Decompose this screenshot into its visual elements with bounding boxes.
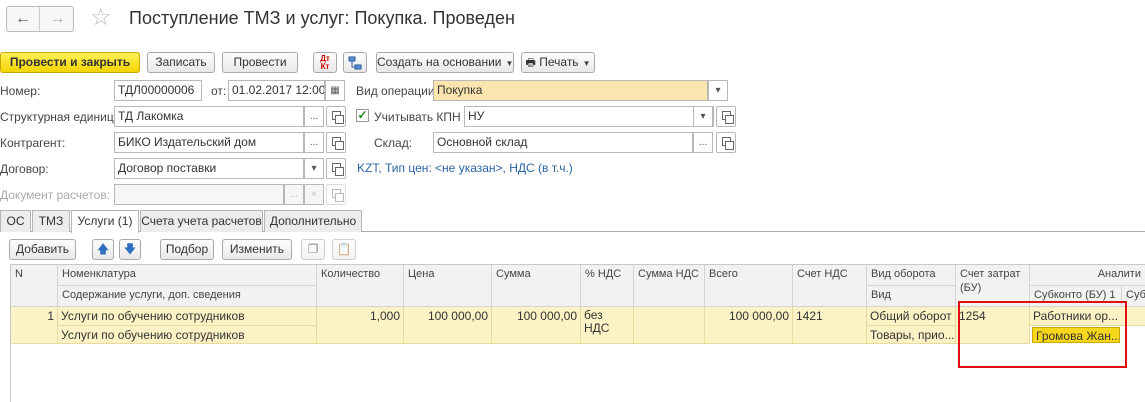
warehouse-label: Склад:: [374, 136, 413, 150]
highlight-frame: [958, 301, 1127, 368]
print-label: Печать: [539, 55, 579, 69]
open-icon[interactable]: [326, 106, 346, 127]
row-vat-pct[interactable]: без НДС: [581, 307, 634, 344]
col-nomenclature[interactable]: Номенклатура: [58, 265, 317, 286]
row-vat-sum[interactable]: [634, 307, 705, 344]
kt-label: Кт: [320, 62, 330, 71]
chevron-down-icon: ▼: [505, 59, 514, 68]
row-vat-account[interactable]: 1421: [793, 307, 867, 344]
move-down-icon[interactable]: 🡇: [119, 239, 141, 260]
row-sum[interactable]: 100 000,00: [492, 307, 581, 344]
col-total[interactable]: Всего: [705, 265, 793, 307]
tab-settlement-accounts[interactable]: Счета учета расчетов: [140, 210, 263, 232]
col-vat-sum[interactable]: Сумма НДС: [634, 265, 705, 307]
contractor-label: Контрагент:: [0, 136, 66, 150]
open-icon[interactable]: [326, 132, 346, 153]
warehouse-field[interactable]: Основной склад: [433, 132, 693, 153]
paste-icon[interactable]: 📋: [332, 239, 356, 260]
printer-icon: 🖶: [525, 57, 536, 69]
row-content[interactable]: Услуги по обучению сотрудников: [58, 326, 317, 344]
ellipsis-icon[interactable]: ...: [693, 132, 713, 153]
kpn-checkbox[interactable]: ✓: [356, 109, 369, 122]
row-total[interactable]: 100 000,00: [705, 307, 793, 344]
vat-pct-line-2: НДС: [584, 321, 610, 335]
contract-field[interactable]: Договор поставки: [114, 158, 304, 179]
copy-icon[interactable]: ❐: [301, 239, 325, 260]
unit-label: Структурная единица:: [0, 110, 124, 124]
add-row-button[interactable]: Добавить: [9, 239, 76, 260]
number-label: Номер:: [0, 84, 41, 98]
structure-button[interactable]: [343, 52, 367, 73]
col-vat-pct[interactable]: % НДС: [581, 265, 634, 307]
chevron-down-icon[interactable]: ▾: [708, 80, 728, 101]
contract-label: Договор:: [0, 162, 49, 176]
tab-services[interactable]: Услуги (1): [71, 210, 139, 233]
col-turnover[interactable]: Вид оборота: [867, 265, 956, 286]
date-field[interactable]: 01.02.2017 12:00:0: [228, 80, 325, 101]
page-title: Поступление ТМЗ и услуг: Покупка. Провед…: [129, 8, 515, 28]
create-based-on-dropdown[interactable]: Создать на основании ▼: [376, 52, 514, 73]
col-n[interactable]: N: [11, 265, 58, 307]
kpn-field[interactable]: НУ: [464, 106, 714, 127]
calendar-icon[interactable]: ▦: [325, 80, 345, 101]
col-quantity[interactable]: Количество: [317, 265, 404, 307]
date-label: от:: [211, 84, 227, 98]
col-content[interactable]: Содержание услуги, доп. сведения: [58, 286, 317, 307]
row-turnover-kind[interactable]: Товары, прио...: [867, 326, 956, 344]
chevron-down-icon[interactable]: ▾: [693, 106, 713, 127]
settlement-doc-field: [114, 184, 284, 205]
change-button[interactable]: Изменить: [222, 239, 292, 260]
number-field[interactable]: ТДЛ00000006: [114, 80, 202, 101]
post-and-close-button[interactable]: Провести и закрыть: [0, 52, 140, 73]
row-quantity[interactable]: 1,000: [317, 307, 404, 344]
open-icon: [326, 184, 346, 205]
back-arrow-icon[interactable]: ←: [7, 7, 40, 31]
open-icon[interactable]: [326, 158, 346, 179]
create-based-label: Создать на основании: [377, 55, 502, 69]
move-up-icon[interactable]: 🡅: [92, 239, 114, 260]
navigation-buttons: ← →: [6, 6, 74, 32]
contractor-field[interactable]: БИКО Издательский дом: [114, 132, 304, 153]
tab-additional[interactable]: Дополнительно: [264, 210, 362, 232]
tab-strip: ОС ТМЗ Услуги (1) Счета учета расчетов Д…: [0, 210, 1145, 233]
col-sum[interactable]: Сумма: [492, 265, 581, 307]
row-nomenclature[interactable]: Услуги по обучению сотрудников: [58, 307, 317, 326]
dt-kt-button[interactable]: Дт Кт: [313, 52, 337, 73]
clear-icon: ×: [304, 184, 324, 205]
post-button[interactable]: Провести: [222, 52, 298, 73]
row-number[interactable]: 1: [11, 307, 58, 344]
structure-icon: [348, 56, 362, 70]
chevron-down-icon: ▼: [582, 59, 591, 68]
ellipsis-icon[interactable]: ...: [304, 132, 324, 153]
save-button[interactable]: Записать: [147, 52, 215, 73]
star-icon[interactable]: ☆: [90, 4, 112, 32]
price-settings-link[interactable]: KZT, Тип цен: <не указан>, НДС (в т.ч.): [357, 161, 573, 175]
col-turnover-kind[interactable]: Вид: [867, 286, 956, 307]
open-icon[interactable]: [716, 132, 736, 153]
print-dropdown[interactable]: 🖶 Печать ▼: [521, 52, 595, 73]
tab-tmz[interactable]: ТМЗ: [32, 210, 70, 232]
vat-pct-line-1: без: [584, 308, 603, 322]
col-vat-account[interactable]: Счет НДС: [793, 265, 867, 307]
col-analytics[interactable]: Аналити: [1030, 265, 1145, 286]
ellipsis-icon: ...: [284, 184, 304, 205]
unit-field[interactable]: ТД Лакомка: [114, 106, 304, 127]
pick-button[interactable]: Подбор: [160, 239, 214, 260]
row-turnover[interactable]: Общий оборот: [867, 307, 956, 326]
tab-os[interactable]: ОС: [0, 210, 31, 232]
operation-label: Вид операции:: [356, 84, 438, 98]
col-price[interactable]: Цена: [404, 265, 492, 307]
open-icon[interactable]: [716, 106, 736, 127]
operation-select[interactable]: Покупка: [433, 80, 708, 101]
settlement-doc-label: Документ расчетов:: [0, 188, 111, 202]
ellipsis-icon[interactable]: ...: [304, 106, 324, 127]
dt-kt-icon: Дт Кт: [320, 55, 330, 71]
row-price[interactable]: 100 000,00: [404, 307, 492, 344]
forward-arrow-icon[interactable]: →: [41, 7, 74, 31]
kpn-label: Учитывать КПН: [374, 110, 461, 124]
chevron-down-icon[interactable]: ▾: [304, 158, 324, 179]
